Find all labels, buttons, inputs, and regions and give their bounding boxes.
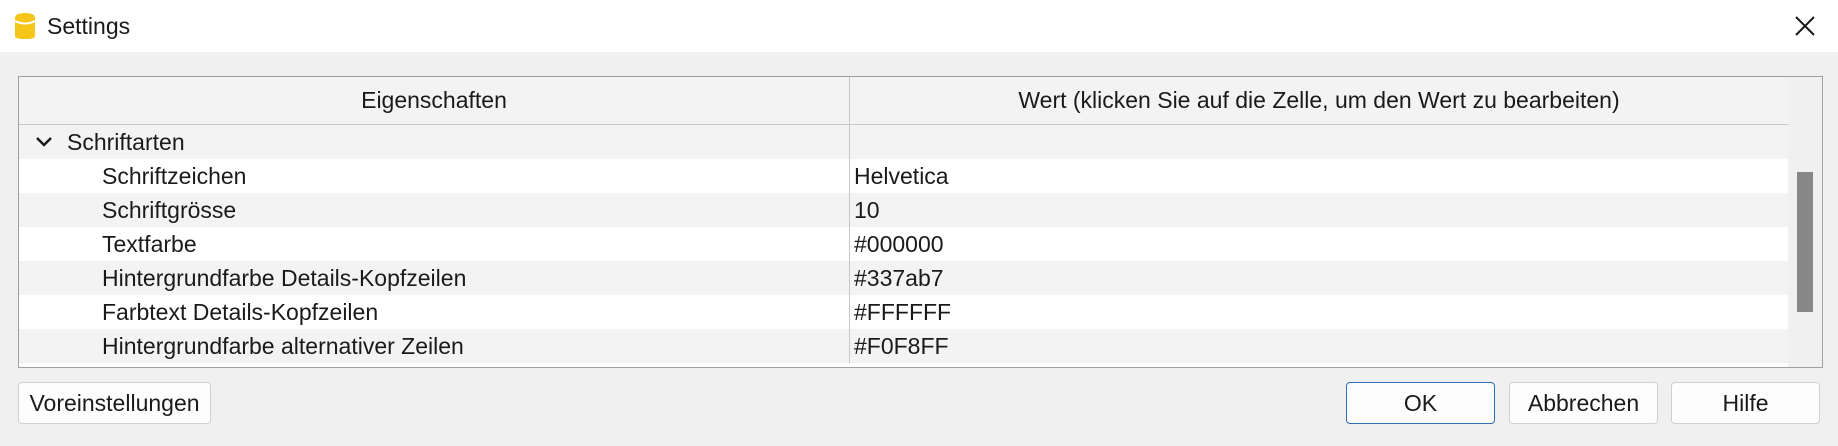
table-row[interactable]: Hintergrundfarbe Details-Kopfzeilen #337… xyxy=(19,261,1788,295)
property-name: Hintergrundfarbe Details-Kopfzeilen xyxy=(19,261,850,295)
vertical-scrollbar[interactable] xyxy=(1788,77,1822,367)
group-row-fonts[interactable]: Schriftarten xyxy=(19,125,1788,159)
close-icon xyxy=(1795,16,1815,36)
property-value[interactable]: #000000 xyxy=(850,227,1788,261)
close-button[interactable] xyxy=(1772,0,1838,52)
title-bar: Settings xyxy=(0,0,1838,52)
cancel-button[interactable]: Abbrechen xyxy=(1509,382,1658,424)
help-button[interactable]: Hilfe xyxy=(1671,382,1820,424)
property-name: Farbtext Details-Kopfzeilen xyxy=(19,295,850,329)
table-row[interactable]: Schriftgrösse 10 xyxy=(19,193,1788,227)
group-label: Schriftarten xyxy=(67,128,185,155)
table-row[interactable]: Schriftzeichen Helvetica xyxy=(19,159,1788,193)
column-header-properties[interactable]: Eigenschaften xyxy=(19,77,850,124)
property-value[interactable]: Helvetica xyxy=(850,159,1788,193)
group-value-cell xyxy=(850,125,1788,159)
property-name: Schriftgrösse xyxy=(19,193,850,227)
property-value[interactable]: #FFFFFF xyxy=(850,295,1788,329)
column-header-value[interactable]: Wert (klicken Sie auf die Zelle, um den … xyxy=(850,77,1788,124)
defaults-button[interactable]: Voreinstellungen xyxy=(18,382,211,424)
table-row[interactable]: Textfarbe #000000 xyxy=(19,227,1788,261)
property-name: Hintergrundfarbe alternativer Zeilen xyxy=(19,329,850,363)
properties-grid[interactable]: Eigenschaften Wert (klicken Sie auf die … xyxy=(18,76,1823,368)
group-cell: Schriftarten xyxy=(19,125,850,159)
table-row[interactable]: Hintergrundfarbe alternativer Zeilen #F0… xyxy=(19,329,1788,363)
table-row[interactable]: Farbtext Details-Kopfzeilen #FFFFFF xyxy=(19,295,1788,329)
ok-button[interactable]: OK xyxy=(1346,382,1495,424)
grid-rows: Schriftarten Schriftzeichen Helvetica Sc… xyxy=(19,125,1788,363)
property-name: Schriftzeichen xyxy=(19,159,850,193)
property-name: Textfarbe xyxy=(19,227,850,261)
window-title: Settings xyxy=(47,13,131,39)
chevron-down-icon[interactable] xyxy=(31,125,57,159)
property-value[interactable]: #337ab7 xyxy=(850,261,1788,295)
grid-header: Eigenschaften Wert (klicken Sie auf die … xyxy=(19,77,1788,125)
property-value[interactable]: #F0F8FF xyxy=(850,329,1788,363)
app-logo-icon xyxy=(14,13,36,39)
scrollbar-thumb[interactable] xyxy=(1797,172,1813,312)
property-value[interactable]: 10 xyxy=(850,193,1788,227)
